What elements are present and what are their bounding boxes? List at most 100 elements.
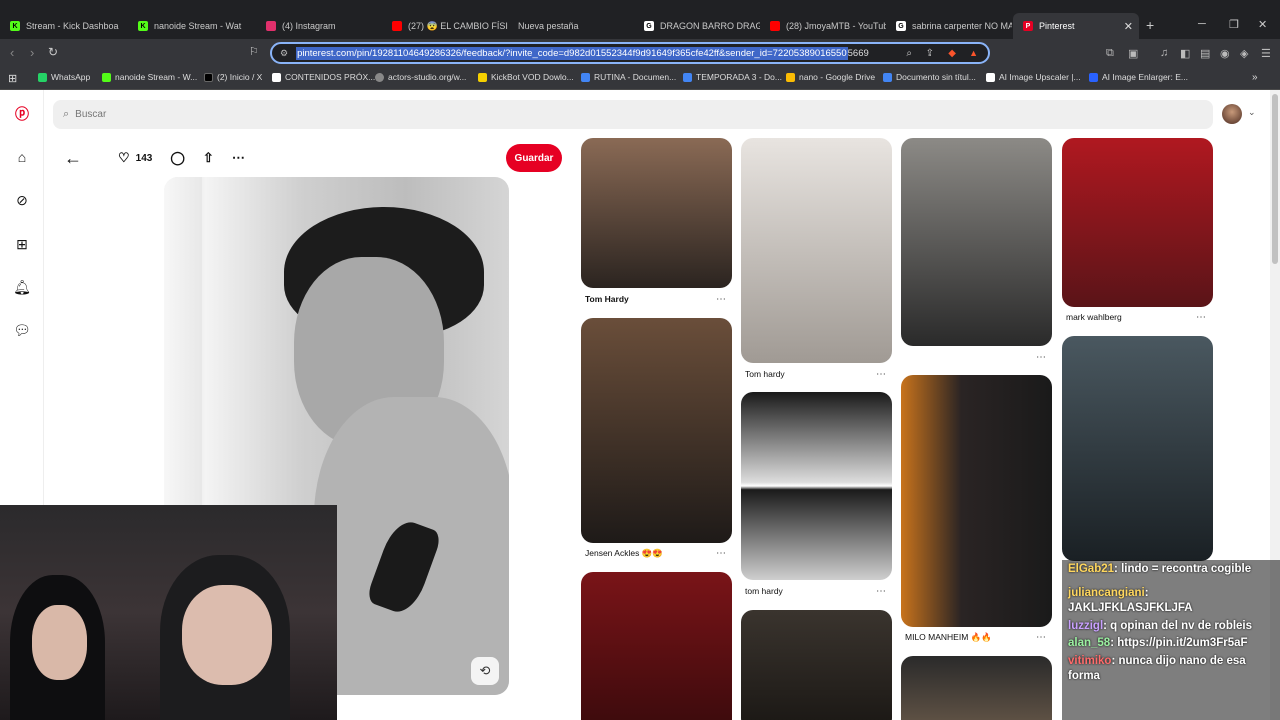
youtube-icon	[392, 21, 402, 31]
search-placeholder: Buscar	[75, 109, 107, 120]
comment-icon[interactable]: ◯	[170, 150, 185, 166]
bookmark-item[interactable]: actors-studio.org/w...	[375, 72, 466, 82]
new-tab-button[interactable]: +	[1146, 17, 1154, 33]
scrollbar-thumb[interactable]	[1272, 94, 1278, 264]
bookmark-item[interactable]: nanoide Stream - W...	[102, 72, 197, 82]
address-bar[interactable]: ⚙ pinterest.com/pin/19281104649286326/fe…	[270, 42, 990, 64]
extensions-icon[interactable]: ⧉	[1106, 47, 1114, 60]
tab-youtube-jmoya[interactable]: (28) JmoyaMTB - YouTube	[760, 13, 886, 39]
bookmark-label: Documento sin títul...	[896, 72, 976, 82]
more-options-icon[interactable]: ⋯	[1196, 312, 1206, 323]
grid-pin-image[interactable]	[581, 572, 732, 720]
save-button[interactable]: Guardar	[506, 144, 562, 172]
messages-icon[interactable]: 💬︎	[12, 320, 32, 340]
more-options-icon[interactable]: ⋯	[716, 294, 726, 305]
face-left	[32, 605, 87, 680]
bookmark-item[interactable]: (2) Inicio / X	[204, 72, 262, 82]
bookmark-item[interactable]: RUTINA - Documen...	[581, 72, 676, 82]
instagram-icon	[266, 21, 276, 31]
google-docs-icon	[581, 72, 590, 82]
share-icon[interactable]: ⇪	[926, 48, 934, 59]
bookmark-item[interactable]: AI Image Upscaler |...	[986, 72, 1081, 82]
ai-enlarger-icon	[1089, 72, 1098, 82]
tab-pinterest[interactable]: P Pinterest ✕	[1013, 13, 1139, 39]
heart-icon[interactable]: ♡	[118, 150, 130, 166]
more-bookmarks-icon[interactable]: »	[1252, 72, 1258, 83]
grid-pin-image[interactable]	[901, 138, 1052, 346]
more-options-icon[interactable]: ⋯	[232, 150, 245, 166]
zoom-icon[interactable]: ⌕	[906, 48, 912, 59]
apps-icon[interactable]: ⊞	[8, 72, 17, 85]
grid-pin-image[interactable]	[741, 392, 892, 580]
minimize-icon[interactable]: ─	[1198, 18, 1206, 30]
tab-label: Nueva pestaña	[518, 21, 579, 31]
bookmark-item[interactable]: TEMPORADA 3 - Do...	[683, 72, 782, 82]
restore-icon[interactable]: ❐	[1229, 18, 1239, 31]
media-icon[interactable]: ♫	[1160, 47, 1168, 59]
bookmark-item[interactable]: AI Image Enlarger: E...	[1089, 72, 1188, 82]
youtube-icon	[770, 21, 780, 31]
kickbot-icon	[478, 72, 487, 82]
grid-pin-image[interactable]	[1062, 336, 1213, 561]
tab-label: Pinterest	[1039, 21, 1075, 31]
bookmark-label: nanoide Stream - W...	[115, 72, 198, 82]
grid-pin-image[interactable]	[581, 138, 732, 288]
tab-dragon-barro[interactable]: G DRAGON BARRO DRAGON	[634, 13, 760, 39]
back-nav-icon[interactable]: ‹	[10, 45, 14, 60]
bookmark-icon[interactable]: ⚐	[249, 45, 259, 58]
tab-nanoide-stream[interactable]: Knanoide Stream - Wat	[128, 13, 256, 39]
kick-icon: K	[10, 21, 20, 31]
close-window-icon[interactable]: ✕	[1258, 18, 1267, 31]
brave-rewards-icon[interactable]: ▲	[969, 48, 978, 58]
pinterest-logo-icon[interactable]: ⓟ	[12, 104, 32, 124]
bookmark-item[interactable]: WhatsApp	[38, 72, 90, 82]
tab-label: sabrina carpenter NO MA	[912, 21, 1012, 31]
site-info-icon[interactable]: ⚙	[280, 48, 288, 59]
chat-text: https://pin.it/2um3Fr5aF	[1117, 637, 1248, 649]
shield-icon[interactable]: ◈	[1240, 47, 1248, 60]
globe-icon	[375, 72, 384, 82]
close-tab-icon[interactable]: ✕	[1124, 20, 1133, 33]
ai-icon	[986, 72, 995, 82]
brave-shield-icon[interactable]: ◆	[948, 48, 956, 59]
grid-pin-image[interactable]	[901, 375, 1052, 627]
menu-icon[interactable]: ☰	[1261, 47, 1271, 60]
create-icon[interactable]: ⊞	[12, 234, 32, 254]
bookmark-item[interactable]: CONTENIDOS PRÓX...	[272, 72, 375, 82]
tab-strip: K Stream - Kick Dashboa Knanoide Stream -…	[0, 13, 1280, 39]
tab-new-tab[interactable]: Nueva pestaña	[508, 13, 634, 39]
explore-icon[interactable]: ⊘	[12, 190, 32, 210]
screenshot-icon[interactable]: ▣	[1128, 47, 1138, 60]
more-options-icon[interactable]: ⋯	[876, 369, 886, 380]
forward-nav-icon[interactable]: ›	[30, 45, 34, 60]
share-icon[interactable]: ⇧	[203, 150, 214, 166]
bookmark-item[interactable]: nano - Google Drive	[786, 72, 875, 82]
grid-pin-image[interactable]	[581, 318, 732, 543]
wallet-icon[interactable]: ▤	[1200, 47, 1210, 60]
tab-instagram[interactable]: (4) Instagram	[256, 13, 382, 39]
search-bar[interactable]: ⌕ Buscar	[53, 100, 1213, 129]
more-options-icon[interactable]: ⋯	[716, 548, 726, 559]
bookmark-item[interactable]: KickBot VOD Dowlo...	[478, 72, 574, 82]
notifications-icon[interactable]: 🔔︎	[12, 277, 32, 297]
home-icon[interactable]: ⌂	[12, 147, 32, 167]
more-options-icon[interactable]: ⋯	[1036, 632, 1046, 643]
back-arrow-icon[interactable]: ←	[64, 148, 82, 169]
more-options-icon[interactable]: ⋯	[876, 586, 886, 597]
tab-sabrina-carpenter[interactable]: Gsabrina carpenter NO MA	[886, 13, 1012, 39]
tab-youtube-cambio[interactable]: (27) 😨 EL CAMBIO FÍSICO	[382, 13, 508, 39]
visual-search-icon[interactable]: ⟲	[471, 657, 499, 685]
grid-pin-image[interactable]	[1062, 138, 1213, 307]
chevron-down-icon[interactable]: ⌄	[1248, 107, 1256, 118]
sidebar-icon[interactable]: ◧	[1180, 47, 1190, 60]
grid-pin-image[interactable]	[741, 138, 892, 363]
tab-label: nanoide Stream - Wat	[154, 21, 242, 31]
avatar[interactable]	[1222, 104, 1242, 124]
grid-pin-image[interactable]	[741, 610, 892, 720]
tab-kick-dashboard[interactable]: K Stream - Kick Dashboa	[0, 13, 128, 39]
vpn-icon[interactable]: ◉	[1220, 47, 1230, 60]
reload-icon[interactable]: ↻	[48, 45, 58, 59]
grid-pin-image[interactable]	[901, 656, 1052, 720]
more-options-icon[interactable]: ⋯	[1036, 352, 1046, 363]
bookmark-item[interactable]: Documento sin títul...	[883, 72, 976, 82]
